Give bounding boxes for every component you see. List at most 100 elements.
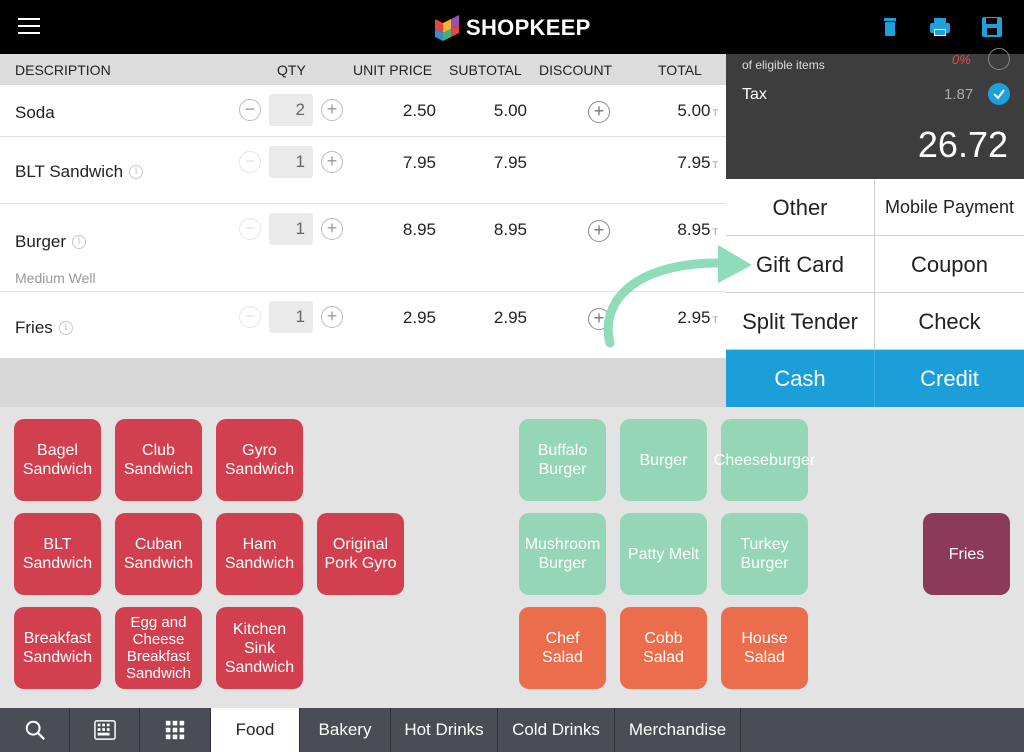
add-discount-button[interactable]: + [588, 220, 610, 242]
keypad-icon[interactable] [70, 708, 140, 752]
item-tile[interactable]: Gyro Sandwich [216, 419, 303, 501]
qty-increase-button[interactable]: + [321, 99, 343, 121]
coupon-button[interactable]: Coupon [875, 236, 1024, 293]
item-tile[interactable]: Egg and Cheese Breakfast Sandwich [115, 607, 202, 689]
item-tile[interactable]: Chef Salad [519, 607, 606, 689]
order-panel: DESCRIPTION QTY UNIT PRICE SUBTOTAL DISC… [0, 54, 726, 358]
line-item[interactable]: Fries i − 1 + 2.95 2.95 + 2.95 T [0, 292, 726, 358]
subtotal: 7.95 [493, 153, 527, 172]
item-tile[interactable]: Cheeseburger [714, 419, 815, 501]
discount-percent: 0% [952, 52, 971, 67]
item-modifier: Medium Well [15, 270, 96, 286]
item-tile[interactable]: Club Sandwich [115, 419, 202, 501]
hamburger-menu-icon[interactable] [18, 18, 40, 36]
tab-cold-drinks[interactable]: Cold Drinks [498, 708, 615, 752]
mobile-payment-button[interactable]: Mobile Payment [875, 179, 1024, 236]
tab-bakery[interactable]: Bakery [300, 708, 391, 752]
item-tile[interactable]: House Salad [721, 607, 808, 689]
qty-increase-button[interactable]: + [321, 151, 343, 173]
unit-price: 2.95 [402, 308, 436, 327]
tab-merchandise[interactable]: Merchandise [615, 708, 741, 752]
add-discount-button[interactable]: + [588, 101, 610, 123]
cash-button[interactable]: Cash [726, 350, 875, 407]
item-tile[interactable]: Kitchen Sink Sandwich [216, 607, 303, 689]
discount-toggle[interactable] [988, 48, 1010, 70]
add-discount-button[interactable]: + [588, 308, 610, 330]
item-tile[interactable]: Breakfast Sandwich [14, 607, 101, 689]
qty-increase-button[interactable]: + [321, 306, 343, 328]
qty-field[interactable]: 1 [269, 301, 313, 333]
top-bar: SHOPKEEP [0, 0, 1024, 54]
col-unit-price: UNIT PRICE [353, 62, 433, 78]
tax-flag: T [712, 108, 719, 118]
item-tile[interactable]: Patty Melt [620, 513, 707, 595]
credit-button[interactable]: Credit [875, 350, 1024, 407]
tab-food[interactable]: Food [211, 708, 300, 752]
col-subtotal: SUBTOTAL [449, 62, 522, 78]
line-total: 2.95 T [650, 308, 718, 328]
subtotal: 5.00 [493, 101, 527, 120]
brand-name: SHOPKEEP [466, 15, 591, 40]
tax-flag: T [712, 315, 719, 325]
item-name: Soda [15, 103, 55, 123]
tab-hot-drinks[interactable]: Hot Drinks [391, 708, 498, 752]
other-button[interactable]: Other [726, 179, 875, 236]
qty-increase-button[interactable]: + [321, 218, 343, 240]
line-total-value: 5.00 [677, 101, 711, 120]
tax-checkmark-icon[interactable] [988, 83, 1010, 105]
tax-flag: T [712, 160, 719, 170]
item-tile[interactable]: Buffalo Burger [519, 419, 606, 501]
qty-decrease-button[interactable]: − [239, 99, 261, 121]
item-tile[interactable]: Burger [620, 419, 707, 501]
gift-card-button[interactable]: Gift Card [726, 236, 875, 293]
info-icon[interactable]: i [129, 165, 144, 179]
search-icon[interactable] [0, 708, 70, 752]
totals-panel: of eligible items 0% Tax 1.87 26.72 [726, 48, 1024, 179]
line-total: 5.00 T [650, 101, 718, 121]
qty-field[interactable]: 2 [269, 94, 313, 126]
item-name-text: BLT Sandwich [15, 162, 124, 181]
info-icon[interactable]: i [72, 235, 87, 249]
line-item[interactable]: BLT Sandwich i − 1 + 7.95 7.95 7.95 T [0, 137, 726, 204]
unit-price: 2.50 [402, 101, 436, 120]
item-tile[interactable]: BLT Sandwich [14, 513, 101, 595]
item-name-text: Fries [15, 318, 53, 337]
check-button[interactable]: Check [875, 293, 1024, 350]
save-icon[interactable] [980, 15, 1004, 39]
info-icon[interactable]: i [58, 321, 73, 335]
line-total-value: 8.95 [677, 220, 711, 239]
split-tender-button[interactable]: Split Tender [726, 293, 875, 350]
line-item[interactable]: Burger i Medium Well − 1 + 8.95 8.95 + 8.… [0, 204, 726, 292]
item-tile[interactable]: Mushroom Burger [519, 513, 606, 595]
subtotal: 2.95 [493, 308, 527, 327]
item-tile[interactable]: Ham Sandwich [216, 513, 303, 595]
qty-field[interactable]: 1 [269, 213, 313, 245]
category-tabs: Food Bakery Hot Drinks Cold Drinks Merch… [0, 708, 1024, 752]
item-tile[interactable]: Cobb Salad [620, 607, 707, 689]
column-header: DESCRIPTION QTY UNIT PRICE SUBTOTAL DISC… [0, 54, 726, 85]
item-name-text: Soda [15, 103, 55, 122]
qty-decrease-button[interactable]: − [239, 151, 261, 173]
col-qty: QTY [277, 62, 306, 78]
tax-flag: T [712, 227, 719, 237]
qty-field[interactable]: 1 [269, 146, 313, 178]
shopkeep-logo: SHOPKEEP [432, 12, 591, 44]
divider-band [0, 358, 726, 407]
qty-decrease-button[interactable]: − [239, 218, 261, 240]
item-tile[interactable]: Bagel Sandwich [14, 419, 101, 501]
line-total: 7.95 T [650, 153, 718, 173]
item-tile[interactable]: Cuban Sandwich [115, 513, 202, 595]
line-total-value: 2.95 [677, 308, 711, 327]
qty-decrease-button[interactable]: − [239, 306, 261, 328]
trash-icon[interactable] [878, 15, 902, 39]
eligible-items-label: of eligible items [742, 58, 825, 72]
item-tile[interactable]: Turkey Burger [721, 513, 808, 595]
print-icon[interactable] [928, 15, 952, 39]
item-name-text: Burger [15, 232, 67, 251]
col-description: DESCRIPTION [15, 62, 111, 78]
item-tile[interactable]: Original Pork Gyro [317, 513, 404, 595]
item-tile[interactable]: Fries [923, 513, 1010, 595]
col-discount: DISCOUNT [539, 62, 613, 78]
line-item[interactable]: Soda − 2 + 2.50 5.00 + 5.00 T [0, 85, 726, 137]
grid-view-icon[interactable] [140, 708, 211, 752]
